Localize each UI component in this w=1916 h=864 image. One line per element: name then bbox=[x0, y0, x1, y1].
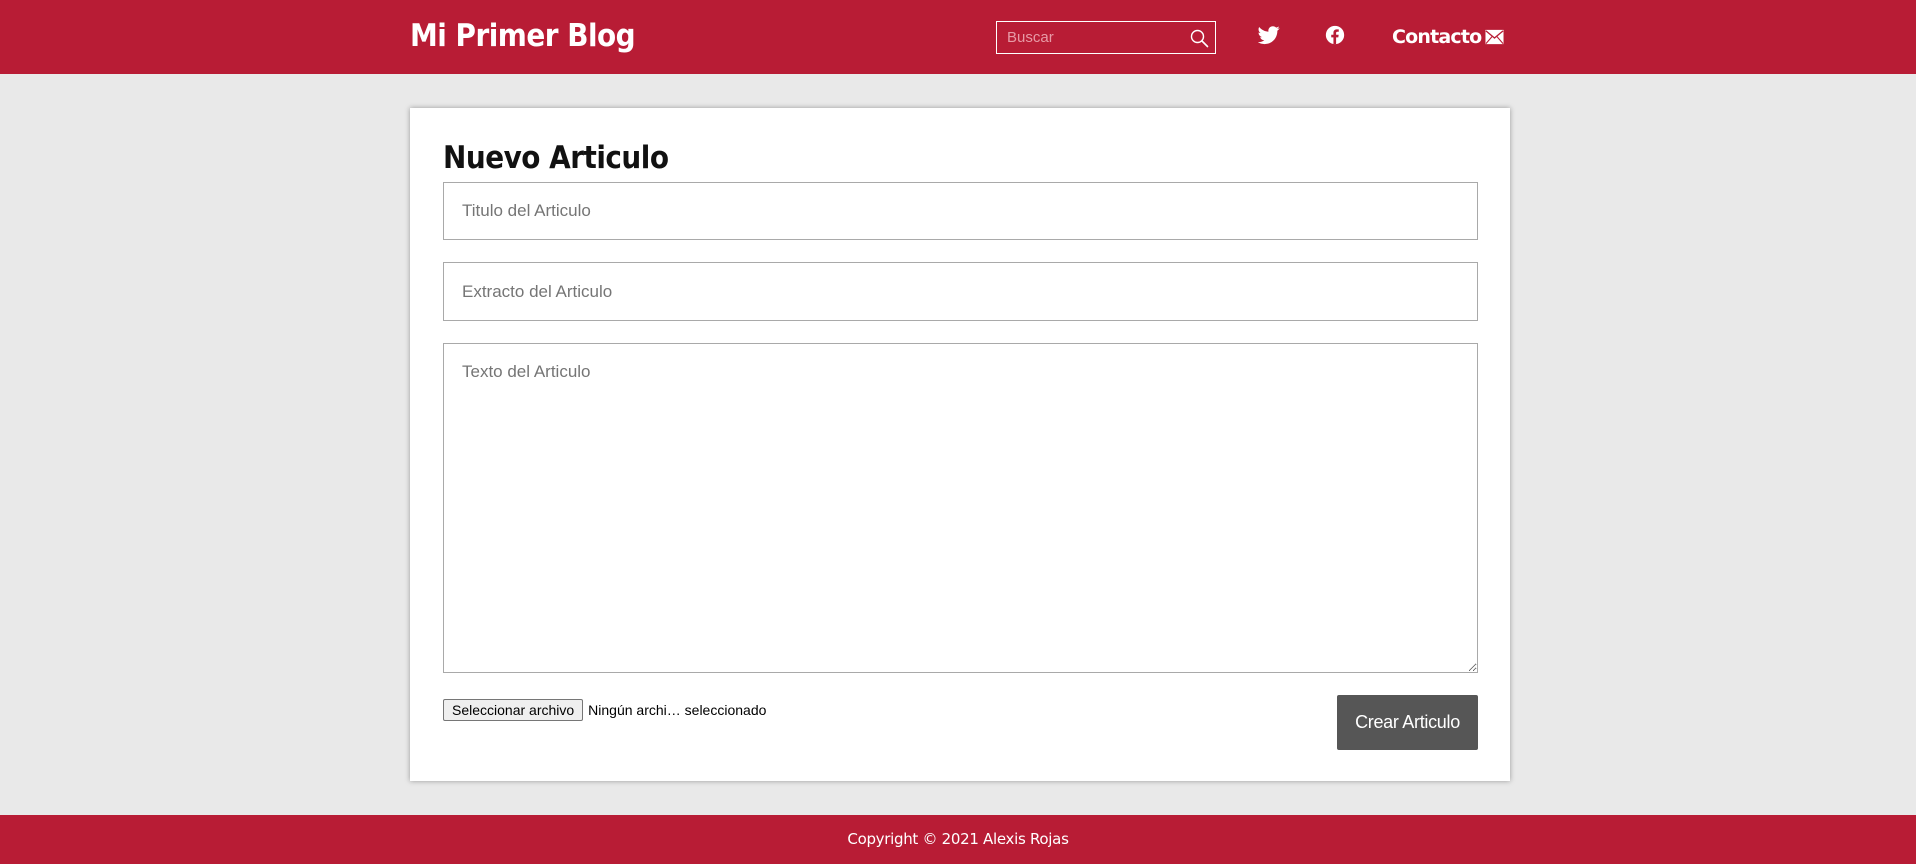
article-title-input[interactable] bbox=[443, 182, 1478, 240]
select-file-button[interactable]: Seleccionar archivo bbox=[443, 699, 584, 721]
search-input[interactable] bbox=[997, 22, 1177, 53]
article-body-textarea[interactable] bbox=[443, 343, 1478, 673]
facebook-icon[interactable] bbox=[1324, 24, 1346, 46]
file-picker: Seleccionar archivo Ningún archi… selecc… bbox=[443, 698, 766, 722]
contact-label: Contacto bbox=[1392, 26, 1482, 48]
search-icon[interactable] bbox=[1189, 28, 1209, 48]
file-status-text: Ningún archi… seleccionado bbox=[588, 702, 767, 718]
search-box bbox=[996, 21, 1216, 54]
article-excerpt-input[interactable] bbox=[443, 262, 1478, 321]
page-footer: Copyright © 2021 Alexis Rojas bbox=[0, 815, 1916, 864]
page-title: Nuevo Articulo bbox=[443, 140, 669, 176]
mail-icon bbox=[1485, 29, 1504, 45]
contact-link[interactable]: Contacto bbox=[1392, 24, 1504, 50]
site-brand[interactable]: Mi Primer Blog bbox=[410, 16, 636, 56]
copyright-text: Copyright © 2021 Alexis Rojas bbox=[847, 829, 1069, 848]
new-article-card: Nuevo Articulo Seleccionar archivo Ningú… bbox=[410, 108, 1510, 781]
twitter-icon[interactable] bbox=[1258, 24, 1280, 46]
top-navbar: Mi Primer Blog Contacto bbox=[0, 0, 1916, 74]
create-article-button[interactable]: Crear Articulo bbox=[1337, 695, 1478, 750]
